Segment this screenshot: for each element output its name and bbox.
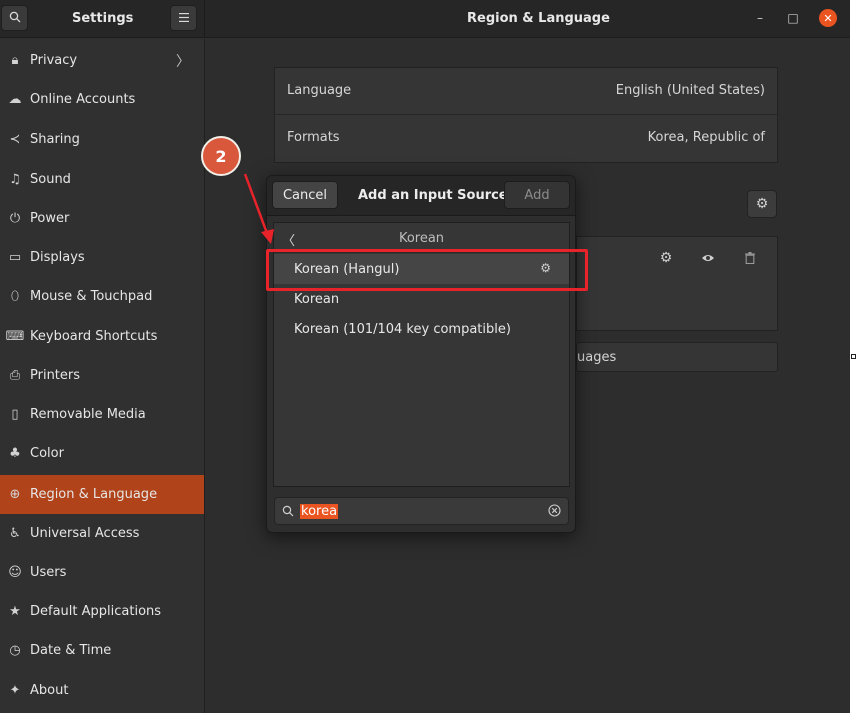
sidebar-item-label: Date & Time — [30, 643, 112, 658]
display-icon: ▭ — [8, 250, 22, 265]
maximize-button[interactable]: □ — [784, 9, 802, 27]
list-item-label: Korean (101/104 key compatible) — [294, 321, 511, 337]
language-formats-frame: Language English (United States) Formats… — [274, 67, 778, 163]
color-palette-icon: ♣ — [9, 446, 21, 461]
sidebar-item-label: Printers — [30, 368, 81, 383]
sidebar-item-displays[interactable]: ▭ Displays — [0, 238, 204, 277]
input-source-options-button[interactable]: ⚙ — [747, 190, 777, 218]
globe-icon: ⊕ — [9, 487, 21, 502]
about-icon: ✦ — [9, 683, 21, 698]
sidebar-item-online-accounts[interactable]: ☁ Online Accounts — [0, 80, 204, 119]
sidebar-item-label: Sound — [30, 172, 71, 187]
list-item-label: Korean — [294, 291, 340, 307]
formats-label: Formats — [287, 130, 340, 145]
sidebar-item-privacy[interactable]: 🔒︎ Privacy 〉 — [0, 41, 204, 80]
search-icon — [9, 11, 21, 26]
search-input[interactable]: korea — [300, 504, 339, 519]
sidebar-item-region-language[interactable]: ⊕ Region & Language — [0, 475, 204, 514]
language-value: English (United States) — [615, 83, 765, 98]
sidebar-item-label: Region & Language — [30, 487, 158, 502]
sidebar-item-label: Users — [30, 565, 67, 580]
clock-icon: ◷ — [9, 643, 21, 658]
settings-window: Settings Region & Language – □ ✕ 🔒︎ Priv… — [0, 0, 850, 713]
sidebar-item-power[interactable]: ⏻ Power — [0, 199, 204, 238]
chevron-right-icon: 〉 — [176, 53, 190, 70]
sidebar-item-label: Color — [30, 446, 64, 461]
language-row[interactable]: Language English (United States) — [275, 68, 777, 115]
list-header-title: Korean — [398, 231, 445, 246]
sidebar-item-label: Online Accounts — [30, 92, 136, 107]
cancel-button[interactable]: Cancel — [272, 181, 338, 209]
add-button[interactable]: Add — [504, 181, 570, 209]
formats-value: Korea, Republic of — [647, 130, 765, 145]
sidebar-item-sound[interactable]: ♫ Sound — [0, 160, 204, 199]
sidebar-item-label: Mouse & Touchpad — [30, 289, 153, 304]
sidebar-item-label: Removable Media — [30, 407, 146, 422]
sidebar-item-keyboard-shortcuts[interactable]: ⌨ Keyboard Shortcuts — [0, 317, 204, 356]
sidebar-item-removable-media[interactable]: ▯ Removable Media — [0, 395, 204, 434]
sidebar-item-color[interactable]: ♣ Color — [0, 434, 204, 473]
search-icon — [282, 505, 294, 521]
sidebar-item-label: Power — [30, 211, 70, 226]
menu-button[interactable] — [170, 5, 197, 31]
manage-languages-button[interactable]: uages — [576, 342, 778, 372]
sidebar-item-label: Default Applications — [30, 604, 162, 619]
minimize-button[interactable]: – — [751, 9, 769, 27]
sidebar-header: Settings — [0, 0, 205, 38]
usb-drive-icon: ▯ — [11, 407, 19, 422]
formats-row[interactable]: Formats Korea, Republic of — [275, 115, 777, 162]
keyboard-icon: ⌨ — [5, 329, 25, 344]
manage-languages-label: uages — [577, 350, 617, 365]
share-icon: ≺ — [9, 132, 21, 147]
input-sources-frame: ⚙ — [576, 236, 778, 331]
lock-icon: 🔒︎ — [11, 53, 19, 68]
dialog-title: Add an Input Source — [358, 188, 508, 203]
language-label: Language — [287, 83, 352, 98]
dialog-header: Cancel Add an Input Source Add — [267, 176, 575, 216]
close-button[interactable]: ✕ — [819, 9, 837, 27]
resize-handle[interactable] — [851, 354, 856, 359]
sidebar-item-about[interactable]: ✦ About — [0, 671, 204, 710]
step-badge: 2 — [201, 136, 241, 176]
header-bar: Settings Region & Language – □ ✕ — [0, 0, 850, 38]
eye-icon[interactable] — [695, 245, 721, 271]
window-title: Region & Language — [467, 11, 610, 26]
sidebar-item-printers[interactable]: ⎙ Printers — [0, 356, 204, 395]
search-field[interactable]: korea — [274, 497, 569, 525]
clear-icon[interactable] — [548, 504, 561, 521]
music-note-icon: ♫ — [9, 172, 21, 187]
sidebar-item-sharing[interactable]: ≺ Sharing — [0, 120, 204, 159]
star-icon: ★ — [9, 604, 21, 619]
list-item[interactable]: Korean (101/104 key compatible) — [274, 314, 569, 344]
sidebar-item-date-time[interactable]: ◷ Date & Time — [0, 631, 204, 670]
users-icon: ☺ — [8, 565, 22, 580]
sidebar-item-label: Sharing — [30, 132, 80, 147]
hamburger-icon — [178, 11, 189, 25]
sidebar-item-label: Keyboard Shortcuts — [30, 329, 158, 344]
sidebar-item-universal-access[interactable]: ♿︎ Universal Access — [0, 514, 204, 553]
sidebar-title: Settings — [72, 11, 134, 26]
gear-icon: ⚙ — [755, 196, 769, 212]
sidebar-item-users[interactable]: ☺ Users — [0, 553, 204, 592]
trash-icon[interactable] — [737, 245, 763, 271]
sidebar-item-mouse-touchpad[interactable]: ⬯ Mouse & Touchpad — [0, 277, 204, 316]
mouse-icon: ⬯ — [10, 289, 20, 304]
accessibility-icon: ♿︎ — [9, 526, 21, 541]
sidebar-item-default-applications[interactable]: ★ Default Applications — [0, 592, 204, 631]
sidebar-item-label: Universal Access — [30, 526, 140, 541]
gear-icon[interactable]: ⚙ — [653, 245, 679, 271]
add-input-source-dialog: Cancel Add an Input Source Add 〈 Korean … — [266, 175, 576, 533]
power-icon: ⏻ — [9, 211, 21, 226]
cloud-icon: ☁ — [8, 92, 22, 107]
printer-icon: ⎙ — [9, 368, 21, 383]
sidebar-item-label: Displays — [30, 250, 85, 265]
sidebar-item-label: About — [30, 683, 69, 698]
highlight-box — [266, 249, 588, 291]
sidebar: 🔒︎ Privacy 〉 ☁ Online Accounts ≺ Sharing… — [0, 39, 205, 713]
sidebar-item-label: Privacy — [30, 53, 78, 68]
search-button[interactable] — [1, 5, 28, 31]
